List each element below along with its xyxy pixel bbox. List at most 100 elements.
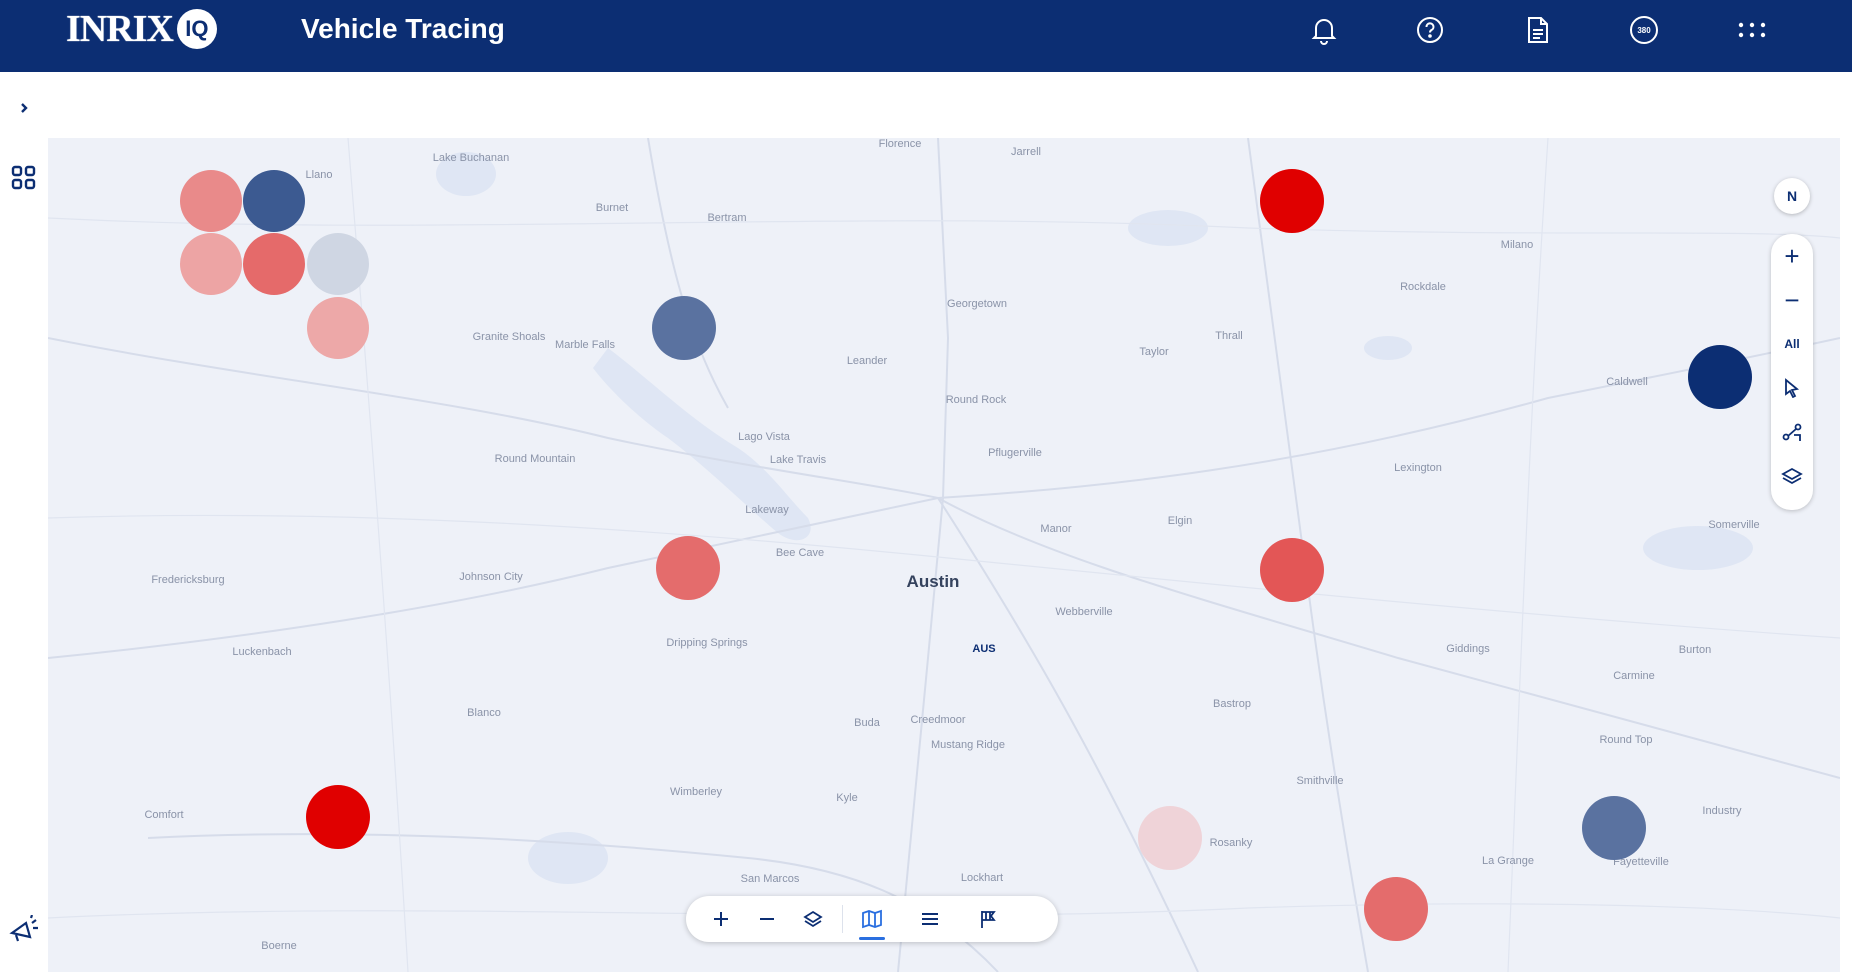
- place-label: Lexington: [1394, 462, 1442, 474]
- filter-strip: [48, 72, 1840, 138]
- place-label: Pflugerville: [988, 447, 1042, 459]
- trace-circle[interactable]: [180, 233, 242, 295]
- zoom-out-label: −: [1784, 284, 1800, 315]
- all-button[interactable]: All: [1771, 322, 1813, 366]
- expand-chevron-icon[interactable]: [6, 90, 42, 126]
- place-label: Round Mountain: [494, 453, 576, 465]
- place-label: Kyle: [836, 792, 858, 804]
- layers-icon[interactable]: [790, 896, 836, 942]
- trace-circle[interactable]: [1260, 538, 1324, 602]
- place-label: Buda: [854, 717, 880, 729]
- place-label: Round Rock: [945, 394, 1007, 406]
- place-label: Carmine: [1613, 670, 1655, 682]
- place-label: Leander: [846, 355, 888, 367]
- place-label: Lake Buchanan: [432, 152, 510, 164]
- place-label: Lockhart: [960, 872, 1004, 884]
- place-label: Creedmoor: [910, 714, 966, 726]
- zoom-in-label: +: [1784, 240, 1800, 271]
- trace-circle[interactable]: [243, 170, 305, 232]
- place-label: Webberville: [1055, 606, 1113, 618]
- place-label: Lake Travis: [769, 454, 827, 466]
- trace-circle[interactable]: [307, 233, 369, 295]
- place-label: Wimberley: [670, 786, 722, 798]
- map-view-icon[interactable]: [849, 896, 895, 942]
- place-label: Fredericksburg: [151, 574, 225, 586]
- place-label: La Grange: [1482, 855, 1534, 867]
- inrix-iq-logo[interactable]: INRIX IQ: [66, 8, 217, 50]
- map-canvas[interactable]: Lake Buchanan Florence Jarrell Burnet Be…: [48, 138, 1840, 972]
- logo-text: INRIX: [66, 8, 174, 50]
- flag-icon[interactable]: [965, 896, 1011, 942]
- place-label: Georgetown: [947, 298, 1007, 310]
- place-label: Caldwell: [1606, 376, 1648, 388]
- place-label: Dripping Springs: [666, 637, 748, 649]
- trace-circle[interactable]: [656, 536, 720, 600]
- trace-circle[interactable]: [1688, 345, 1752, 409]
- place-label: Somerville: [1708, 519, 1760, 531]
- compass-button[interactable]: N: [1774, 178, 1810, 214]
- place-label: Jarrell: [1011, 146, 1041, 158]
- place-label: Burnet: [595, 202, 629, 214]
- place-label: San Marcos: [740, 873, 800, 885]
- trace-circle[interactable]: [1260, 169, 1324, 233]
- place-label: Round Top: [1599, 734, 1653, 746]
- bell-icon[interactable]: [1306, 12, 1342, 48]
- list-view-icon[interactable]: [907, 896, 953, 942]
- map-controls-panel: + − All: [1771, 234, 1813, 510]
- left-rail: [0, 72, 49, 972]
- top-header: INRIX IQ Vehicle Tracing 380: [0, 0, 1852, 72]
- place-label: Rosanky: [1209, 837, 1253, 849]
- layers-icon[interactable]: [1771, 454, 1813, 498]
- help-icon[interactable]: [1412, 12, 1448, 48]
- account-icon[interactable]: 380: [1626, 12, 1662, 48]
- place-label: Lakeway: [745, 504, 789, 516]
- place-label: Burton: [1678, 644, 1712, 656]
- trace-circle[interactable]: [243, 233, 305, 295]
- place-label: Taylor: [1139, 346, 1169, 358]
- place-label: Bastrop: [1213, 698, 1251, 710]
- place-label: Giddings: [1446, 643, 1490, 655]
- place-label: Elgin: [1167, 515, 1193, 527]
- document-icon[interactable]: [1520, 12, 1556, 48]
- route-select-icon[interactable]: [1771, 410, 1813, 454]
- place-label: Manor: [1040, 523, 1072, 535]
- place-label: Blanco: [467, 707, 501, 719]
- page-title: Vehicle Tracing: [301, 13, 505, 44]
- place-label: Smithville: [1296, 775, 1344, 787]
- place-label: Llano: [305, 169, 333, 181]
- place-label: Marble Falls: [555, 339, 615, 351]
- zoom-out-icon[interactable]: [744, 896, 790, 942]
- trace-circle[interactable]: [180, 170, 242, 232]
- place-label: Rockdale: [1400, 281, 1446, 293]
- trace-circle[interactable]: [306, 785, 370, 849]
- all-label: All: [1784, 337, 1800, 351]
- place-label: Comfort: [144, 809, 184, 821]
- account-badge-text: 380: [1637, 26, 1651, 35]
- trace-circle[interactable]: [652, 296, 716, 360]
- trace-circle[interactable]: [1582, 796, 1646, 860]
- place-label: Mustang Ridge: [931, 739, 1005, 751]
- place-label: Bee Cave: [775, 547, 825, 559]
- place-label: Granite Shoals: [472, 331, 546, 343]
- place-label: Industry: [1702, 805, 1742, 817]
- place-label: Bertram: [707, 212, 747, 224]
- toolbar-divider: [842, 905, 843, 933]
- apps-grid-icon[interactable]: [1734, 12, 1770, 48]
- trace-circle[interactable]: [1138, 806, 1202, 870]
- pointer-select-icon[interactable]: [1771, 366, 1813, 410]
- place-label: Lago Vista: [738, 431, 790, 443]
- announcement-icon[interactable]: [6, 912, 42, 948]
- austin-label: Austin: [906, 572, 960, 591]
- trace-circle[interactable]: [307, 297, 369, 359]
- place-label: Luckenbach: [232, 646, 292, 658]
- place-label: Johnson City: [459, 571, 523, 583]
- zoom-in-button[interactable]: +: [1771, 234, 1813, 278]
- place-label: Thrall: [1215, 330, 1243, 342]
- zoom-out-button[interactable]: −: [1771, 278, 1813, 322]
- place-label: Boerne: [261, 940, 297, 952]
- zoom-in-icon[interactable]: [698, 896, 744, 942]
- dashboard-grid-icon[interactable]: [6, 160, 42, 196]
- logo-badge: IQ: [176, 9, 217, 49]
- trace-circle[interactable]: [1364, 877, 1428, 941]
- place-label: Florence: [878, 138, 922, 150]
